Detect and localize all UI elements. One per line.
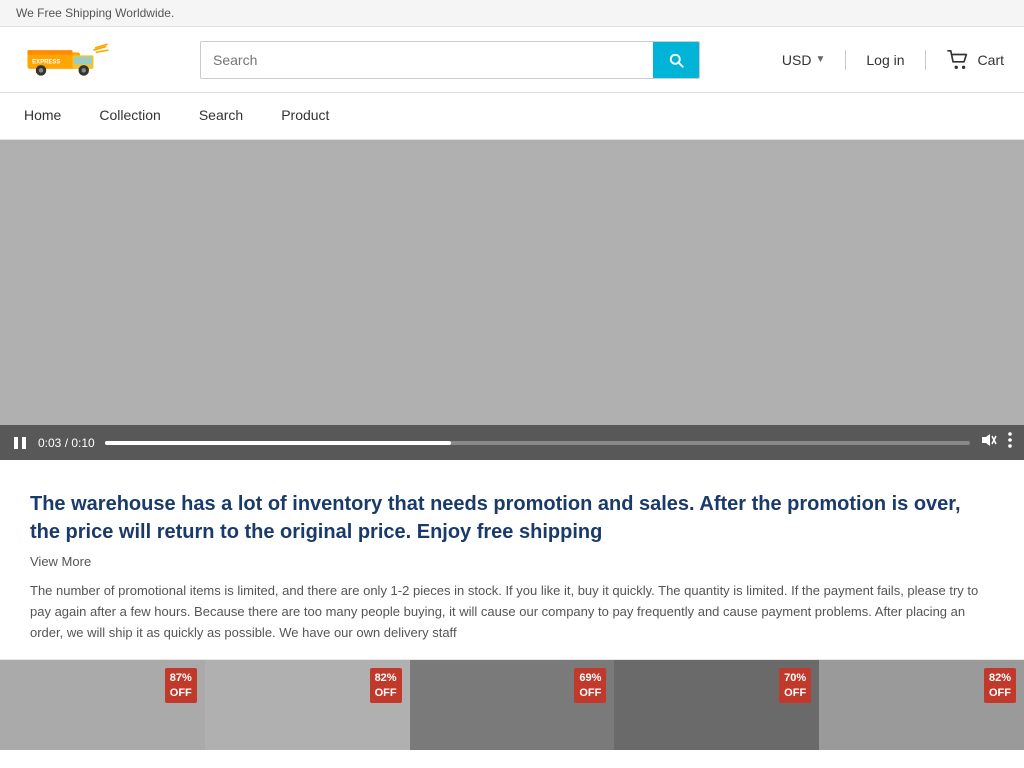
header: EXPRESS USD ▼ Log in Cart xyxy=(0,27,1024,93)
currency-selector[interactable]: USD ▼ xyxy=(782,52,825,68)
nav-item-collection[interactable]: Collection xyxy=(95,93,164,139)
header-divider xyxy=(845,50,846,70)
header-divider-2 xyxy=(925,50,926,70)
discount-badge-1: 87%OFF xyxy=(165,668,197,703)
promo-body-text: The number of promotional items is limit… xyxy=(30,581,994,643)
discount-badge-5: 82%OFF xyxy=(984,668,1016,703)
currency-chevron-icon: ▼ xyxy=(815,54,825,65)
cart-label: Cart xyxy=(978,52,1004,68)
login-button[interactable]: Log in xyxy=(866,52,904,68)
more-options-icon xyxy=(1008,431,1012,449)
search-input[interactable] xyxy=(201,44,653,76)
discount-badge-2: 82%OFF xyxy=(370,668,402,703)
discount-badge-3: 69%OFF xyxy=(574,668,606,703)
product-card-5[interactable]: 82%OFF xyxy=(819,660,1024,750)
pause-icon xyxy=(12,435,28,451)
more-options-button[interactable] xyxy=(1008,431,1012,454)
mute-button[interactable] xyxy=(980,432,998,453)
nav-item-product[interactable]: Product xyxy=(277,93,333,139)
product-card-1[interactable]: 87%OFF xyxy=(0,660,205,750)
volume-icon xyxy=(980,432,998,448)
video-time: 0:03 / 0:10 xyxy=(38,436,95,450)
top-bar-message: We Free Shipping Worldwide. xyxy=(16,6,174,20)
product-card-2[interactable]: 82%OFF xyxy=(205,660,410,750)
logo-icon: EXPRESS xyxy=(20,37,110,82)
nav-item-home[interactable]: Home xyxy=(20,93,65,139)
promo-heading: The warehouse has a lot of inventory tha… xyxy=(30,490,994,546)
cart-icon xyxy=(946,49,972,71)
discount-badge-4: 70%OFF xyxy=(779,668,811,703)
top-bar: We Free Shipping Worldwide. xyxy=(0,0,1024,27)
video-progress-bar[interactable] xyxy=(105,441,970,445)
product-card-3[interactable]: 69%OFF xyxy=(410,660,615,750)
search-button[interactable] xyxy=(653,42,699,78)
video-section: 0:03 / 0:10 xyxy=(0,140,1024,460)
product-card-4[interactable]: 70%OFF xyxy=(614,660,819,750)
header-right: USD ▼ Log in Cart xyxy=(782,49,1004,71)
currency-label: USD xyxy=(782,52,812,68)
promo-section: The warehouse has a lot of inventory tha… xyxy=(0,460,1024,660)
cart-button[interactable]: Cart xyxy=(946,49,1004,71)
nav-item-search[interactable]: Search xyxy=(195,93,247,139)
logo-area: EXPRESS xyxy=(20,37,180,82)
main-nav: Home Collection Search Product xyxy=(0,93,1024,140)
search-icon xyxy=(667,51,685,69)
view-more-link[interactable]: View More xyxy=(30,554,994,569)
pause-button[interactable] xyxy=(12,435,28,451)
video-controls: 0:03 / 0:10 xyxy=(0,425,1024,460)
products-row: 87%OFF 82%OFF 69%OFF 70%OFF 82%OFF xyxy=(0,660,1024,750)
video-progress-fill xyxy=(105,441,451,445)
svg-text:EXPRESS: EXPRESS xyxy=(32,60,60,66)
video-placeholder xyxy=(0,140,1024,460)
search-bar[interactable] xyxy=(200,41,700,79)
